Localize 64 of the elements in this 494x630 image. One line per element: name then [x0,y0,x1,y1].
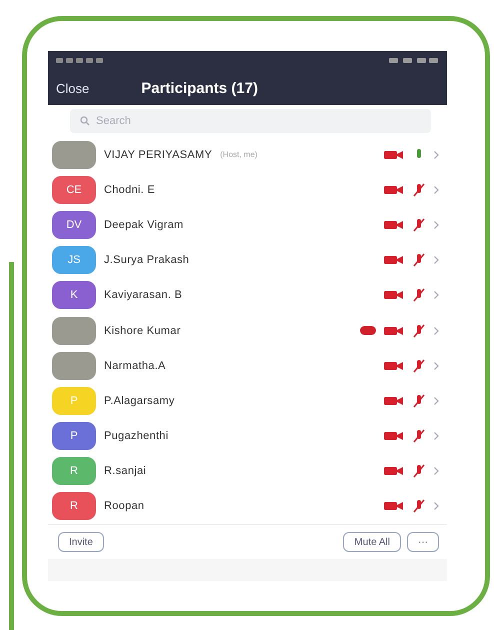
avatar: K [52,281,96,310]
participant-name: VIJAY PERIYASAMY [104,148,212,161]
avatar: P [52,386,96,415]
avatar: P [52,422,96,450]
video-off-icon [384,150,404,160]
participant-row[interactable]: R R.sanjai [48,454,447,489]
avatar: R [52,492,96,520]
participant-row[interactable]: P Pugazhenthi [48,418,447,454]
chevron-icon [434,432,439,440]
chevron-icon [434,502,439,510]
participant-row[interactable]: K Kaviyarasan. B [48,278,447,313]
participant-role: (Host, me) [220,150,258,160]
invite-button[interactable]: Invite [58,532,104,552]
participant-name: Kishore Kumar [104,324,181,337]
video-off-icon [384,360,404,371]
participant-row[interactable]: P P.Alagarsamy [48,383,447,418]
chevron-icon [434,467,439,476]
chevron-icon [434,396,439,405]
chevron-icon [434,256,439,264]
chevron-icon [434,326,439,335]
avatar: JS [52,246,96,274]
participant-name: P.Alagarsamy [104,394,175,407]
signal-battery-icons [389,58,439,64]
participant-row[interactable]: Kishore Kumar [48,312,447,348]
chevron-icon [434,220,439,229]
photo-placeholder [52,352,96,380]
participant-name: Roopan [104,500,144,512]
participant-row[interactable]: VIJAY PERIYASAMY (Host, me) [48,137,447,172]
participant-name: Deepak Vigram [104,218,184,231]
avatar: CE [52,176,96,204]
participant-name: Pugazhenthi [104,430,168,442]
video-off-icon [384,184,404,195]
participant-name: R.sanjai [104,465,146,478]
chevron-icon [434,362,439,370]
mute-all-button[interactable]: Mute All [343,532,401,552]
photo-placeholder [52,316,96,345]
avatar: R [52,457,96,486]
video-off-icon [384,326,404,336]
participant-row[interactable]: Narmatha.A [48,348,447,384]
video-off-icon [384,255,404,266]
participant-row[interactable]: R Roopan [48,488,447,524]
chevron-icon [434,186,439,194]
video-off-icon [384,466,404,476]
participant-name: Kaviyarasan. B [104,289,182,302]
photo-placeholder [52,140,96,169]
video-off-icon [384,220,404,230]
participant-row[interactable]: DV Deepak Vigram [48,207,447,243]
search-icon [80,116,90,126]
video-off-icon [384,501,404,512]
participant-row[interactable]: CE Chodni. E [48,172,447,208]
more-button[interactable]: ··· [407,532,439,552]
video-off-icon [384,431,404,442]
participant-row[interactable]: JS J.Surya Prakash [48,242,447,278]
chevron-icon [434,150,439,159]
screen-title: Participants (17) [141,80,258,96]
video-off-icon [384,396,404,406]
video-off-icon [384,290,404,300]
chevron-icon [434,291,439,300]
participant-name: Chodni. E [104,184,156,196]
participant-name: J.Surya Prakash [104,254,190,266]
avatar: DV [52,210,96,239]
participant-name: Narmatha.A [104,360,166,372]
close-button[interactable]: Close [56,80,90,96]
search-field[interactable]: Search [70,109,431,133]
